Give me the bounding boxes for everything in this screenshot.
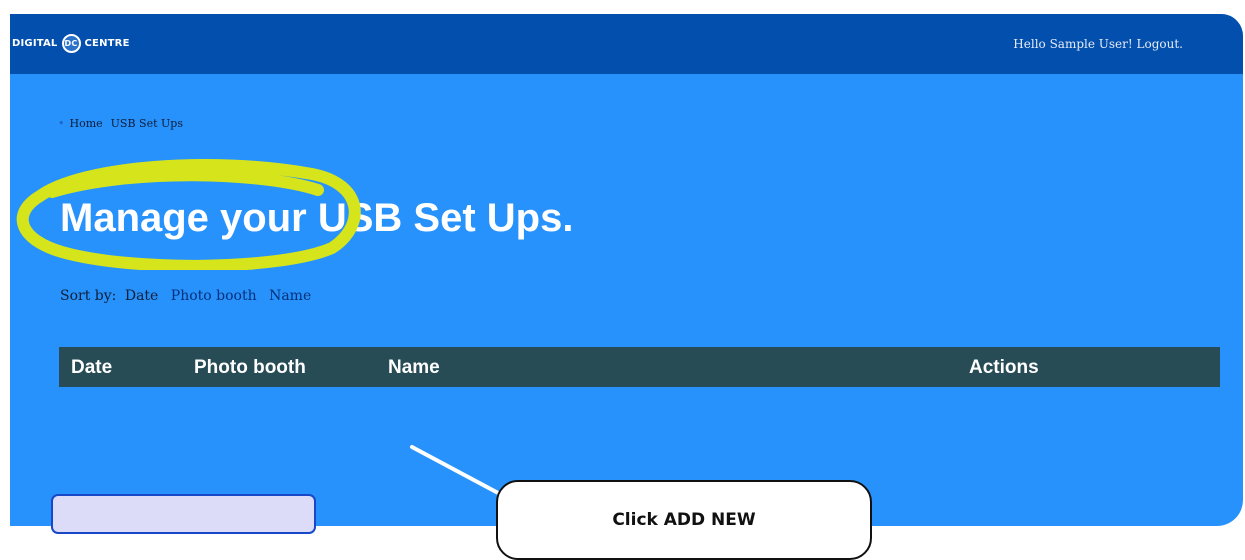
table-header: Date Photo booth Name Actions: [59, 347, 1220, 387]
breadcrumb-home-link[interactable]: Home: [70, 117, 103, 130]
breadcrumb-bullet-icon: •: [58, 117, 65, 130]
logout-link[interactable]: Logout.: [1137, 37, 1183, 51]
callout-bubble: Click ADD NEW: [496, 480, 872, 560]
user-area: Hello Sample User! Logout.: [1013, 37, 1183, 51]
column-header-date[interactable]: Date: [71, 357, 112, 379]
page-title: Manage your USB Set Ups.: [60, 196, 574, 240]
sort-label: Sort by:: [60, 288, 117, 304]
breadcrumb-current: USB Set Ups: [110, 117, 183, 130]
logo-text-right: CENTRE: [84, 38, 130, 49]
app-window: DIGITAL DC CENTRE Hello Sample User! Log…: [10, 14, 1243, 526]
column-header-actions: Actions: [969, 357, 1039, 378]
breadcrumb: • Home USB Set Ups: [58, 117, 183, 130]
sort-option-date[interactable]: Date: [125, 288, 158, 304]
add-new-button[interactable]: [51, 494, 316, 534]
column-header-photo-booth[interactable]: Photo booth: [194, 357, 306, 379]
sort-bar: Sort by: Date Photo booth Name: [60, 288, 311, 304]
logo-badge-icon: DC: [61, 34, 81, 53]
greeting-text: Hello Sample User!: [1013, 37, 1133, 51]
sort-option-name[interactable]: Name: [269, 288, 311, 304]
logo[interactable]: DIGITAL DC CENTRE: [12, 34, 130, 53]
callout-text: Click ADD NEW: [612, 510, 756, 530]
sort-option-photo-booth[interactable]: Photo booth: [171, 288, 257, 304]
column-header-name[interactable]: Name: [388, 357, 440, 379]
logo-text-left: DIGITAL: [12, 38, 58, 49]
top-bar: DIGITAL DC CENTRE Hello Sample User! Log…: [10, 14, 1243, 74]
